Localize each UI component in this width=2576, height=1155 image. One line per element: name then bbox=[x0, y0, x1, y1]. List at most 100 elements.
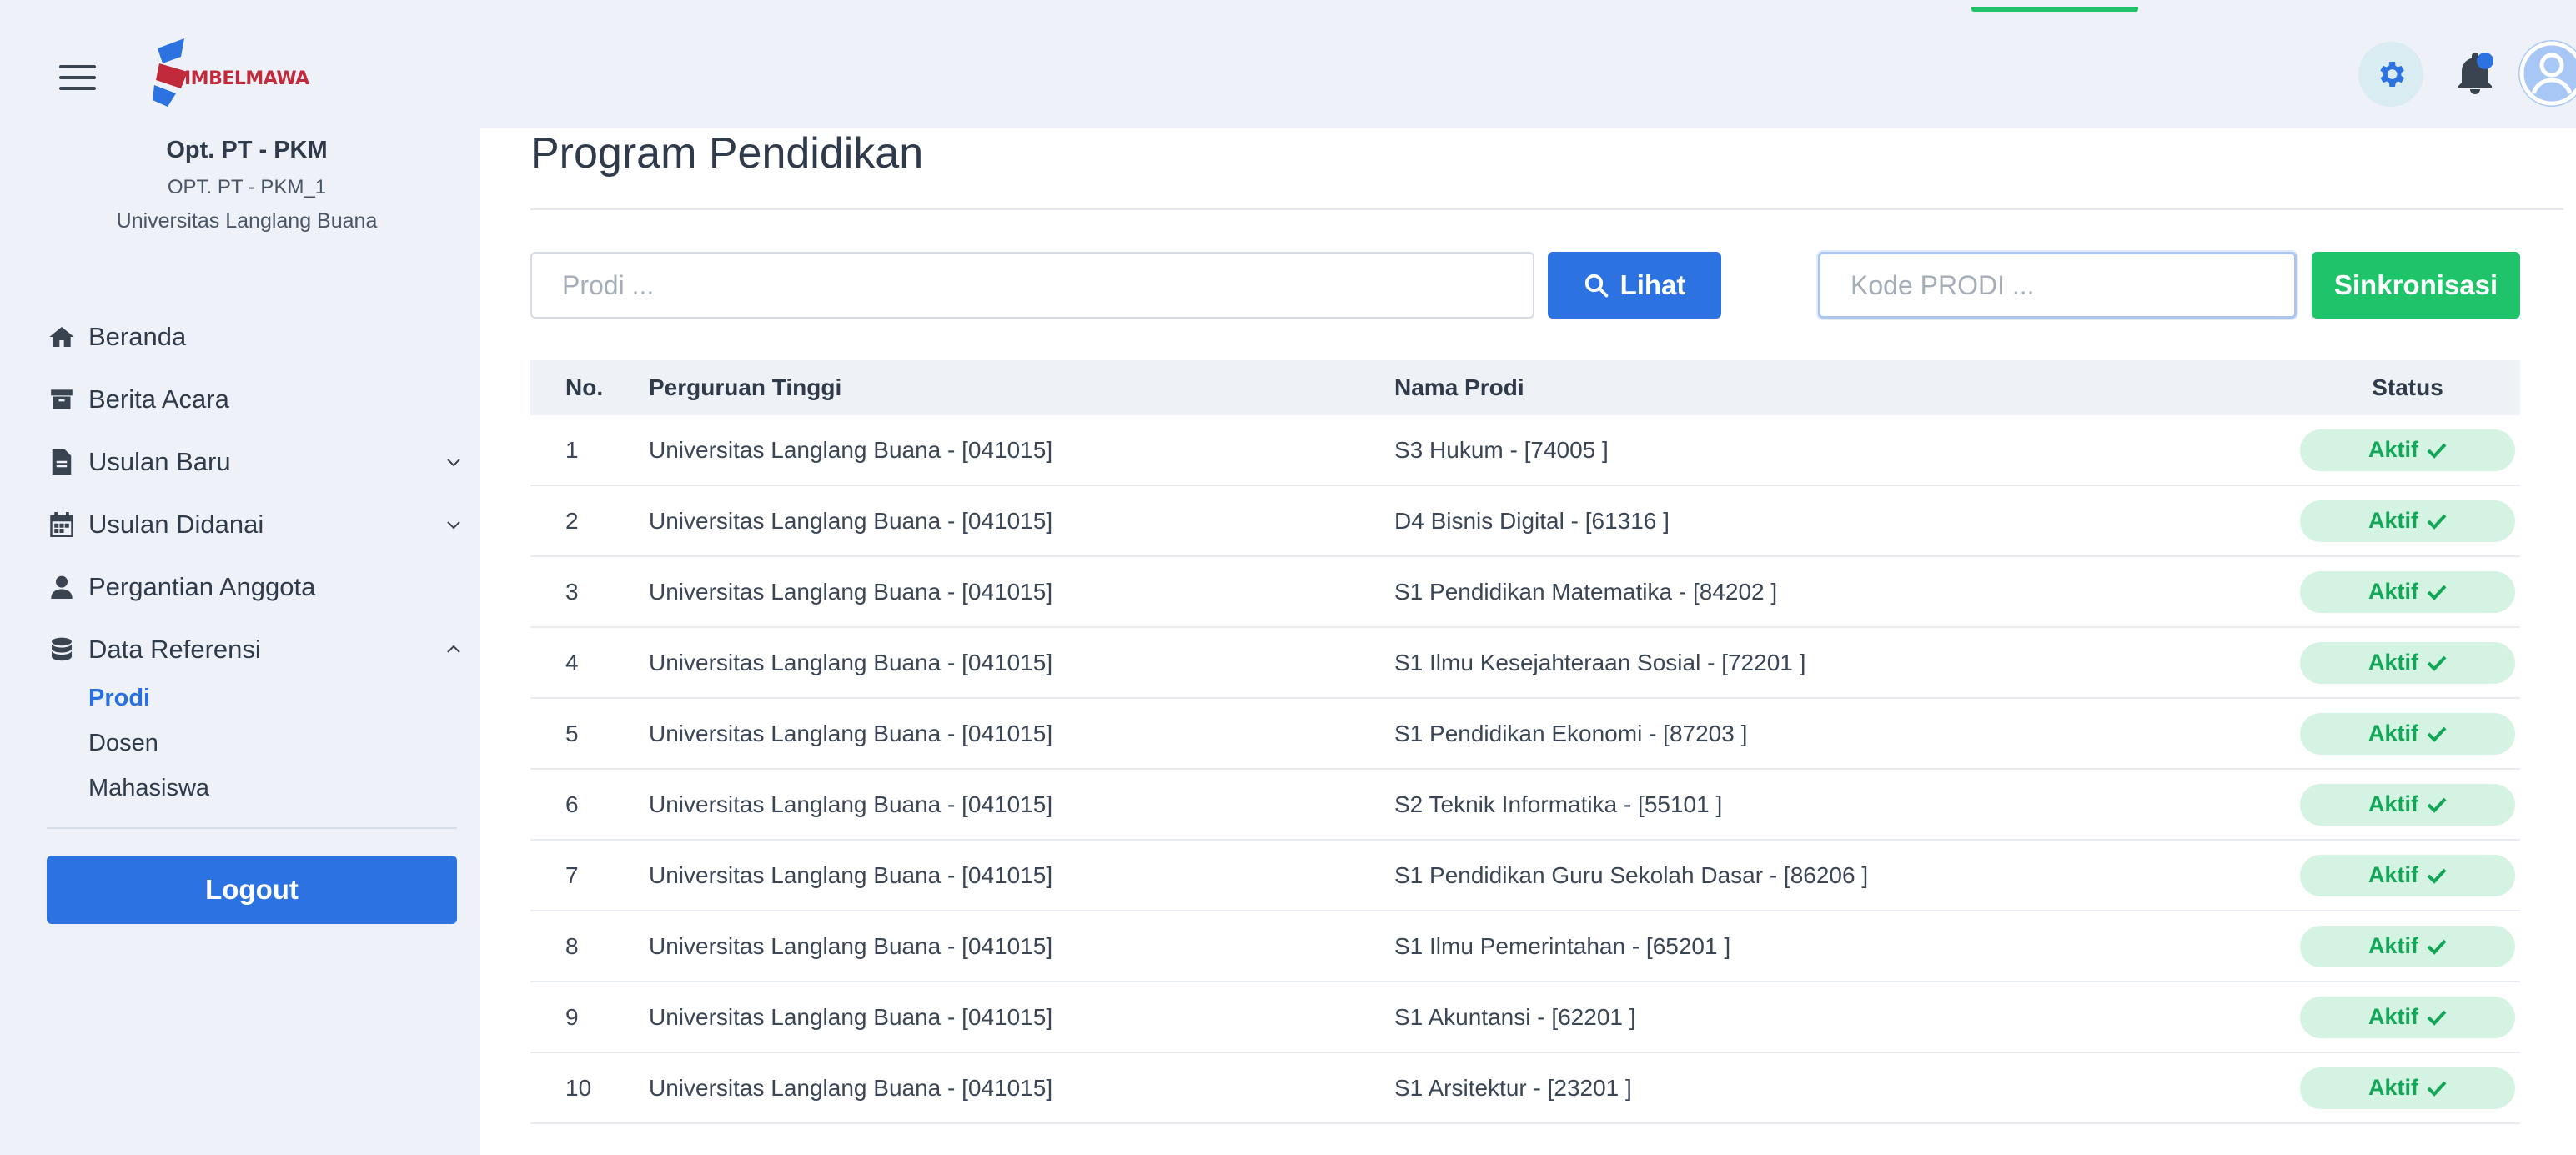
sidebar-item-beranda[interactable]: Beranda bbox=[47, 305, 464, 368]
sinkronisasi-button[interactable]: Sinkronisasi bbox=[2312, 252, 2520, 319]
check-icon bbox=[2427, 797, 2447, 813]
sidebar-item-label: Berita Acara bbox=[88, 384, 229, 414]
status-cell: Aktif bbox=[2295, 925, 2520, 967]
check-icon bbox=[2427, 868, 2447, 884]
nama-prodi-cell: S1 Arsitektur - [23201 ] bbox=[1394, 1074, 1632, 1101]
check-icon bbox=[2427, 655, 2447, 671]
chevron-down-icon[interactable] bbox=[444, 452, 464, 472]
simbelmawa-logo[interactable]: IMBELMAWA bbox=[151, 38, 309, 107]
nama-prodi-cell: S2 Teknik Informatika - [55101 ] bbox=[1394, 791, 1723, 817]
perguruan-tinggi-cell: Universitas Langlang Buana - [041015] bbox=[649, 720, 1053, 746]
lihat-button-label: Lihat bbox=[1619, 269, 1686, 300]
status-cell: Aktif bbox=[2295, 429, 2520, 471]
status-badge: Aktif bbox=[2300, 712, 2515, 755]
nama-prodi-cell: S1 Pendidikan Matematika - [84202 ] bbox=[1394, 578, 1778, 605]
row-number: 1 bbox=[565, 436, 579, 463]
column-header-status: Status bbox=[2372, 374, 2443, 400]
username: OPT. PT - PKM_1 bbox=[167, 176, 327, 198]
status-badge: Aktif bbox=[2300, 1067, 2515, 1109]
home-icon bbox=[47, 322, 77, 352]
chevron-up-icon[interactable] bbox=[444, 640, 464, 660]
status-text: Aktif bbox=[2368, 650, 2418, 675]
status-cell: Aktif bbox=[2295, 1067, 2520, 1109]
table-row[interactable]: 9 Universitas Langlang Buana - [041015] S1… bbox=[530, 982, 2520, 1053]
prodi-search-input[interactable] bbox=[530, 252, 1534, 319]
sidebar-item-usulan-didanai[interactable]: Usulan Didanai bbox=[47, 493, 464, 555]
sidebar-item-usulan-baru[interactable]: Usulan Baru bbox=[47, 430, 464, 493]
status-text: Aktif bbox=[2368, 1075, 2418, 1100]
status-badge: Aktif bbox=[2300, 570, 2515, 613]
table-row[interactable]: 5 Universitas Langlang Buana - [041015] S1… bbox=[530, 699, 2520, 770]
status-cell: Aktif bbox=[2295, 854, 2520, 896]
status-text: Aktif bbox=[2368, 721, 2418, 746]
table-header: No. Perguruan Tinggi Nama Prodi Status bbox=[530, 360, 2520, 415]
submenu-item-prodi[interactable]: Prodi bbox=[88, 675, 464, 721]
row-number: 8 bbox=[565, 932, 579, 959]
logout-button[interactable]: Logout bbox=[47, 856, 457, 924]
table-row[interactable]: 1 Universitas Langlang Buana - [041015] S3… bbox=[530, 415, 2520, 486]
status-cell: Aktif bbox=[2295, 500, 2520, 542]
status-text: Aktif bbox=[2368, 437, 2418, 462]
menu-toggle-icon[interactable] bbox=[59, 65, 96, 90]
table-row[interactable]: 8 Universitas Langlang Buana - [041015] S1… bbox=[530, 911, 2520, 982]
check-icon bbox=[2427, 443, 2447, 459]
nama-prodi-cell: S1 Ilmu Pemerintahan - [65201 ] bbox=[1394, 932, 1731, 959]
sidebar-item-label: Data Referensi bbox=[88, 634, 261, 664]
database-icon bbox=[47, 635, 77, 665]
status-cell: Aktif bbox=[2295, 996, 2520, 1038]
status-text: Aktif bbox=[2368, 579, 2418, 604]
table-row[interactable]: 7 Universitas Langlang Buana - [041015] S1… bbox=[530, 841, 2520, 911]
settings-button[interactable] bbox=[2358, 42, 2423, 107]
avatar-icon bbox=[2519, 41, 2576, 106]
status-cell: Aktif bbox=[2295, 641, 2520, 684]
column-header-perguruan-tinggi: Perguruan Tinggi bbox=[649, 374, 842, 400]
top-bar: IMBELMAWA bbox=[13, 7, 2576, 128]
sidebar-item-label: Pergantian Anggota bbox=[88, 571, 316, 601]
perguruan-tinggi-cell: Universitas Langlang Buana - [041015] bbox=[649, 578, 1053, 605]
bell-icon bbox=[2458, 53, 2493, 94]
status-badge: Aktif bbox=[2300, 641, 2515, 684]
archive-icon bbox=[47, 384, 77, 414]
lihat-button[interactable]: Lihat bbox=[1548, 252, 1721, 319]
nama-prodi-cell: S1 Ilmu Kesejahteraan Sosial - [72201 ] bbox=[1394, 649, 1806, 675]
kode-prodi-input[interactable] bbox=[1818, 252, 2297, 319]
university-name: Universitas Langlang Buana bbox=[116, 209, 378, 233]
status-badge: Aktif bbox=[2300, 429, 2515, 471]
table-row[interactable]: 6 Universitas Langlang Buana - [041015] S2… bbox=[530, 770, 2520, 841]
submenu-item-dosen[interactable]: Dosen bbox=[88, 721, 464, 766]
sidebar: Opt. PT - PKM OPT. PT - PKM_1 Universita… bbox=[13, 128, 480, 1155]
status-cell: Aktif bbox=[2295, 783, 2520, 826]
user-avatar[interactable] bbox=[2518, 40, 2576, 107]
row-number: 3 bbox=[565, 578, 579, 605]
gear-icon bbox=[2380, 62, 2404, 87]
status-cell: Aktif bbox=[2295, 570, 2520, 613]
perguruan-tinggi-cell: Universitas Langlang Buana - [041015] bbox=[649, 1003, 1053, 1030]
nama-prodi-cell: S1 Akuntansi - [62201 ] bbox=[1394, 1003, 1636, 1030]
notifications-button[interactable] bbox=[2450, 42, 2500, 107]
sidebar-item-pergantian-anggota[interactable]: Pergantian Anggota bbox=[47, 555, 464, 618]
status-badge: Aktif bbox=[2300, 925, 2515, 967]
table-body: 1 Universitas Langlang Buana - [041015] S3… bbox=[530, 415, 2520, 1124]
status-cell: Aktif bbox=[2295, 712, 2520, 755]
submenu-item-mahasiswa[interactable]: Mahasiswa bbox=[88, 766, 464, 811]
sidebar-item-data-referensi[interactable]: Data Referensi bbox=[47, 618, 464, 680]
user-profile: Opt. PT - PKM OPT. PT - PKM_1 Universita… bbox=[13, 137, 480, 234]
status-text: Aktif bbox=[2368, 791, 2418, 816]
user-role: Opt. PT - PKM bbox=[166, 137, 328, 163]
row-number: 4 bbox=[565, 649, 579, 675]
table-row[interactable]: 3 Universitas Langlang Buana - [041015] S1… bbox=[530, 557, 2520, 628]
perguruan-tinggi-cell: Universitas Langlang Buana - [041015] bbox=[649, 861, 1053, 888]
perguruan-tinggi-cell: Universitas Langlang Buana - [041015] bbox=[649, 1074, 1053, 1101]
table-row[interactable]: 2 Universitas Langlang Buana - [041015] D4… bbox=[530, 486, 2520, 557]
row-number: 5 bbox=[565, 720, 579, 746]
table-row[interactable]: 10 Universitas Langlang Buana - [041015] S… bbox=[530, 1053, 2520, 1124]
perguruan-tinggi-cell: Universitas Langlang Buana - [041015] bbox=[649, 932, 1053, 959]
sidebar-item-berita-acara[interactable]: Berita Acara bbox=[47, 368, 464, 430]
perguruan-tinggi-cell: Universitas Langlang Buana - [041015] bbox=[649, 507, 1053, 534]
chevron-down-icon[interactable] bbox=[444, 515, 464, 535]
sidebar-item-label: Usulan Baru bbox=[88, 446, 231, 476]
calendar-icon bbox=[47, 510, 77, 540]
perguruan-tinggi-cell: Universitas Langlang Buana - [041015] bbox=[649, 649, 1053, 675]
table-row[interactable]: 4 Universitas Langlang Buana - [041015] S1… bbox=[530, 628, 2520, 699]
title-divider bbox=[530, 208, 2563, 210]
